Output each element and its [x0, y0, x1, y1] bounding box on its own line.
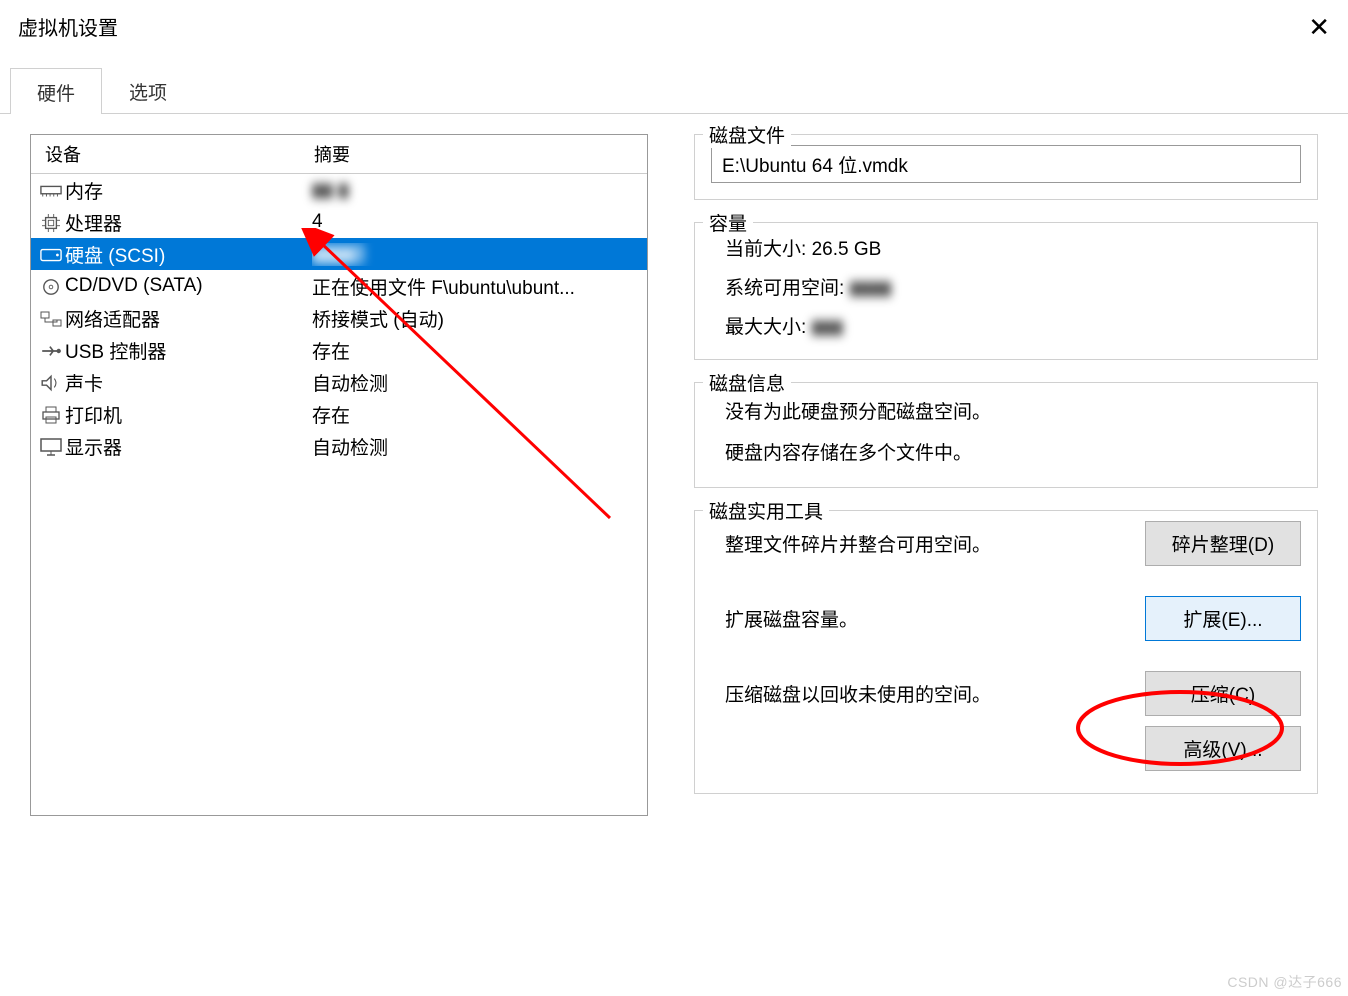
- disc-icon: [37, 276, 65, 296]
- capacity-legend: 容量: [703, 209, 753, 236]
- device-summary: 正在使用文件 F\ubuntu\ubunt...: [312, 273, 641, 300]
- device-row-cddvd[interactable]: CD/DVD (SATA) 正在使用文件 F\ubuntu\ubunt...: [31, 270, 647, 302]
- disk-info-line2: 硬盘内容存储在多个文件中。: [725, 438, 1301, 465]
- device-summary: 自动检测: [312, 433, 641, 460]
- header-summary: 摘要: [314, 141, 350, 167]
- disk-info-group: 磁盘信息 没有为此硬盘预分配磁盘空间。 硬盘内容存储在多个文件中。: [694, 382, 1318, 488]
- compact-desc: 压缩磁盘以回收未使用的空间。: [711, 680, 1145, 707]
- expand-desc: 扩展磁盘容量。: [711, 605, 1145, 632]
- device-summary: 存在: [312, 337, 641, 364]
- harddisk-icon: [37, 244, 65, 264]
- memory-icon: [37, 180, 65, 200]
- device-summary: ▮▮▮▮3: [312, 243, 641, 266]
- device-name: 声卡: [65, 369, 312, 396]
- device-name: CD/DVD (SATA): [65, 275, 312, 297]
- device-name: 打印机: [65, 401, 312, 428]
- device-name: 硬盘 (SCSI): [65, 241, 312, 268]
- current-size-value: 26.5 GB: [812, 239, 882, 260]
- tabs: 硬件 选项: [0, 67, 1348, 114]
- device-summary: 4: [312, 211, 641, 233]
- defrag-desc: 整理文件碎片并整合可用空间。: [711, 530, 1145, 557]
- device-summary: 桥接模式 (自动): [312, 305, 641, 332]
- disk-file-input[interactable]: [711, 145, 1301, 183]
- header-device: 设备: [39, 141, 314, 167]
- printer-icon: [37, 404, 65, 424]
- expand-button[interactable]: 扩展(E)...: [1145, 596, 1301, 641]
- device-row-usb[interactable]: USB 控制器 存在: [31, 334, 647, 366]
- window-title: 虚拟机设置: [18, 12, 118, 41]
- device-summary: 自动检测: [312, 369, 641, 396]
- cpu-icon: [37, 212, 65, 232]
- tab-hardware[interactable]: 硬件: [10, 68, 102, 114]
- close-icon[interactable]: ✕: [1308, 14, 1330, 40]
- free-space-value: ▮▮▮▮: [850, 277, 892, 300]
- device-name: 网络适配器: [65, 305, 312, 332]
- tab-options[interactable]: 选项: [102, 67, 194, 113]
- disk-info-legend: 磁盘信息: [703, 369, 791, 396]
- disk-info-line1: 没有为此硬盘预分配磁盘空间。: [725, 397, 1301, 424]
- current-size-label: 当前大小:: [725, 234, 806, 261]
- watermark: CSDN @达子666: [1227, 972, 1342, 992]
- device-list-header: 设备 摘要: [31, 135, 647, 174]
- sound-icon: [37, 372, 65, 392]
- device-name: 显示器: [65, 433, 312, 460]
- network-icon: [37, 308, 65, 328]
- device-row-network[interactable]: 网络适配器 桥接模式 (自动): [31, 302, 647, 334]
- disk-utilities-group: 磁盘实用工具 整理文件碎片并整合可用空间。 碎片整理(D) 扩展磁盘容量。 扩展…: [694, 510, 1318, 794]
- device-summary: 存在: [312, 401, 641, 428]
- disk-file-legend: 磁盘文件: [703, 121, 791, 148]
- device-name: 处理器: [65, 209, 312, 236]
- compact-button[interactable]: 压缩(C): [1145, 671, 1301, 716]
- device-row-processor[interactable]: 处理器 4: [31, 206, 647, 238]
- device-row-display[interactable]: 显示器 自动检测: [31, 430, 647, 462]
- disk-utilities-legend: 磁盘实用工具: [703, 497, 829, 524]
- disk-file-group: 磁盘文件: [694, 134, 1318, 200]
- usb-icon: [37, 340, 65, 360]
- max-size-label: 最大大小:: [725, 312, 806, 339]
- defrag-button[interactable]: 碎片整理(D): [1145, 521, 1301, 566]
- device-summary: ▮▮ ▮: [312, 179, 641, 202]
- advanced-button[interactable]: 高级(V)...: [1145, 726, 1301, 771]
- device-row-printer[interactable]: 打印机 存在: [31, 398, 647, 430]
- device-name: USB 控制器: [65, 337, 312, 364]
- device-name: 内存: [65, 177, 312, 204]
- device-row-sound[interactable]: 声卡 自动检测: [31, 366, 647, 398]
- device-list: 设备 摘要 内存 ▮▮ ▮ 处理器 4 硬盘 (SCSI) ▮▮▮▮3 CD/D…: [30, 134, 648, 816]
- max-size-value: ▮▮▮: [812, 316, 843, 339]
- device-row-memory[interactable]: 内存 ▮▮ ▮: [31, 174, 647, 206]
- capacity-group: 容量 当前大小: 26.5 GB 系统可用空间: ▮▮▮▮ 最大大小: ▮▮▮: [694, 222, 1318, 360]
- device-row-harddisk[interactable]: 硬盘 (SCSI) ▮▮▮▮3: [31, 238, 647, 270]
- display-icon: [37, 436, 65, 456]
- free-space-label: 系统可用空间:: [725, 273, 844, 300]
